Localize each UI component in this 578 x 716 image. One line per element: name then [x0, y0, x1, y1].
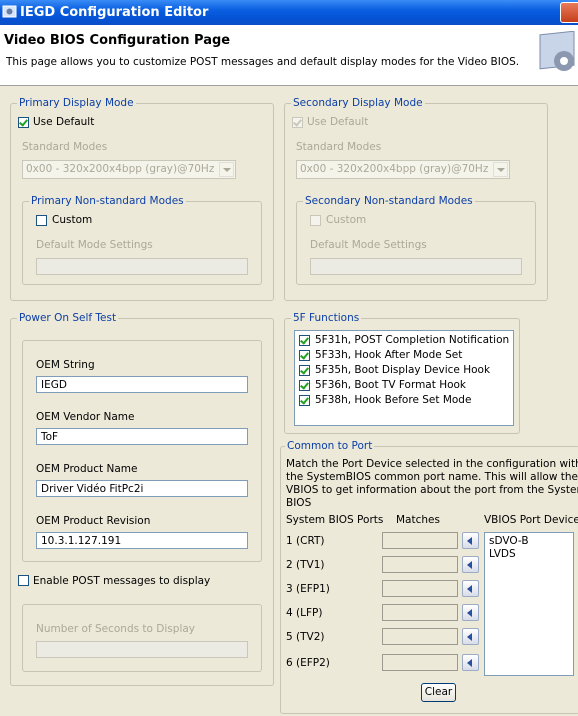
port-match-field[interactable] [382, 556, 458, 573]
enable-post-label: Enable POST messages to display [33, 575, 211, 587]
primary-default-mode-settings-field[interactable] [36, 258, 248, 275]
oem-product-label: OEM Product Name [36, 463, 138, 475]
settings-gear-icon [539, 31, 575, 71]
port-label: 4 (LFP) [286, 607, 323, 619]
primary-nonstandard-legend: Primary Non-standard Modes [29, 195, 186, 207]
clear-button[interactable]: Clear [421, 683, 456, 702]
function-checkbox[interactable] [299, 395, 310, 406]
function-checkbox[interactable] [299, 380, 310, 391]
port-label: 6 (EFP2) [286, 657, 330, 669]
oem-product-field[interactable]: Driver Vidéo FitPc2i [36, 480, 248, 497]
secondary-default-mode-settings-label: Default Mode Settings [310, 239, 427, 251]
enable-post-checkbox[interactable] [18, 575, 29, 586]
arrow-left-icon[interactable] [462, 580, 479, 597]
chevron-down-icon[interactable] [219, 162, 234, 177]
seconds-field[interactable] [36, 641, 248, 658]
function-label: 5F35h, Boot Display Device Hook [315, 364, 491, 376]
seconds-group [22, 604, 262, 672]
primary-use-default-checkbox[interactable] [18, 117, 29, 128]
oem-revision-label: OEM Product Revision [36, 515, 151, 527]
secondary-use-default-checkbox[interactable] [292, 117, 303, 128]
port-match-field[interactable] [382, 580, 458, 597]
vbios-port-devices-list[interactable]: sDVO-B LVDS [484, 532, 574, 676]
vbios-port-devices-header: VBIOS Port Devices [484, 514, 578, 526]
port-label: 3 (EFP1) [286, 583, 330, 595]
primary-default-mode-settings-label: Default Mode Settings [36, 239, 153, 251]
port-match-field[interactable] [382, 654, 458, 671]
secondary-custom-checkbox[interactable] [310, 215, 321, 226]
port-label: 1 (CRT) [286, 535, 325, 547]
window-title: IEGD Configuration Editor [20, 5, 209, 20]
common-port-desc-line: BIOS [286, 497, 312, 509]
secondary-standard-modes-label: Standard Modes [296, 141, 382, 153]
close-icon[interactable] [560, 2, 578, 23]
arrow-left-icon[interactable] [462, 628, 479, 645]
secondary-display-mode-legend: Secondary Display Mode [291, 97, 425, 109]
vbios-device-item[interactable]: sDVO-B [489, 535, 529, 547]
arrow-left-icon[interactable] [462, 604, 479, 621]
secondary-custom-label: Custom [326, 214, 367, 226]
secondary-nonstandard-legend: Secondary Non-standard Modes [303, 195, 475, 207]
chevron-down-icon[interactable] [493, 162, 508, 177]
primary-standard-modes-label: Standard Modes [22, 141, 108, 153]
port-label: 5 (TV2) [286, 631, 325, 643]
oem-vendor-label: OEM Vendor Name [36, 411, 135, 423]
common-port-desc-line: VBIOS to get information about the port … [286, 484, 578, 496]
vbios-device-item[interactable]: LVDS [489, 548, 516, 560]
page-description: This page allows you to customize POST m… [6, 56, 520, 68]
page-title: Video BIOS Configuration Page [4, 33, 231, 48]
primary-custom-label: Custom [52, 214, 93, 226]
primary-display-mode-legend: Primary Display Mode [17, 97, 136, 109]
primary-standard-mode-value: 0x00 - 320x200x4bpp (gray)@70Hz [26, 163, 215, 175]
system-bios-ports-header: System BIOS Ports [286, 514, 384, 526]
seconds-label: Number of Seconds to Display [36, 623, 196, 635]
port-match-field[interactable] [382, 532, 458, 549]
post-legend: Power On Self Test [17, 312, 119, 324]
primary-standard-modes-combo[interactable]: 0x00 - 320x200x4bpp (gray)@70Hz [22, 160, 236, 179]
oem-info-group [22, 340, 262, 562]
function-label: 5F33h, Hook After Mode Set [315, 349, 463, 361]
port-label: 2 (TV1) [286, 559, 325, 571]
function-checkbox[interactable] [299, 335, 310, 346]
function-label: 5F36h, Boot TV Format Hook [315, 379, 467, 391]
oem-string-label: OEM String [36, 359, 95, 371]
secondary-default-mode-settings-field[interactable] [310, 258, 522, 275]
primary-use-default-label: Use Default [33, 116, 95, 128]
secondary-standard-mode-value: 0x00 - 320x200x4bpp (gray)@70Hz [300, 163, 489, 175]
title-bar: IEGD Configuration Editor [0, 0, 578, 25]
functions-5f-legend: 5F Functions [291, 312, 362, 324]
matches-header: Matches [396, 514, 440, 526]
common-port-legend: Common to Port [285, 440, 375, 452]
oem-string-field[interactable]: IEGD [36, 376, 248, 393]
secondary-standard-modes-combo[interactable]: 0x00 - 320x200x4bpp (gray)@70Hz [296, 160, 510, 179]
common-port-desc-line: Match the Port Device selected in the co… [286, 458, 578, 470]
function-label: 5F38h, Hook Before Set Mode [315, 394, 472, 406]
arrow-left-icon[interactable] [462, 532, 479, 549]
app-icon [2, 5, 17, 18]
functions-5f-list: 5F31h, POST Completion Notification 5F33… [294, 330, 514, 426]
arrow-left-icon[interactable] [462, 556, 479, 573]
secondary-use-default-label: Use Default [307, 116, 369, 128]
oem-revision-field[interactable]: 10.3.1.127.191 [36, 532, 248, 549]
port-match-field[interactable] [382, 628, 458, 645]
common-port-desc-line: the SystemBIOS common port name. This wi… [286, 471, 578, 483]
port-match-field[interactable] [382, 604, 458, 621]
function-label: 5F31h, POST Completion Notification [315, 334, 510, 346]
function-checkbox[interactable] [299, 365, 310, 376]
arrow-left-icon[interactable] [462, 654, 479, 671]
function-checkbox[interactable] [299, 350, 310, 361]
page-header: Video BIOS Configuration Page This page … [0, 25, 578, 86]
oem-vendor-field[interactable]: ToF [36, 428, 248, 445]
primary-custom-checkbox[interactable] [36, 215, 47, 226]
